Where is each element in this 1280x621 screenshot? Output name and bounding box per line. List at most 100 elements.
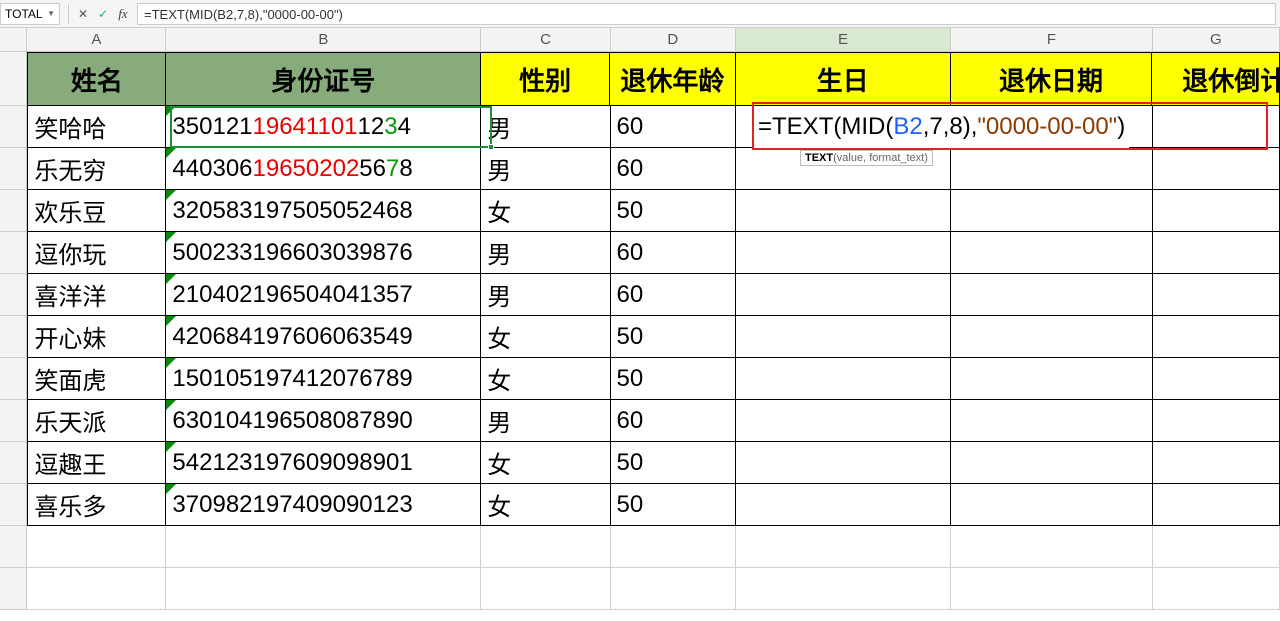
row-header[interactable] — [0, 442, 27, 484]
fill-handle[interactable] — [488, 144, 494, 150]
cell-gender[interactable]: 女 — [481, 316, 610, 358]
header-retire-age[interactable]: 退休年龄 — [610, 52, 735, 106]
cell-id[interactable]: 370982197409090123 — [166, 484, 481, 526]
cell-gender[interactable]: 男 — [481, 274, 610, 316]
select-all-corner[interactable] — [0, 28, 27, 52]
cell-age[interactable]: 60 — [611, 106, 736, 148]
col-header-G[interactable]: G — [1153, 28, 1280, 52]
cell-gender[interactable]: 女 — [481, 190, 610, 232]
empty-cell[interactable] — [1153, 568, 1280, 610]
cell-countdown[interactable] — [1153, 274, 1280, 316]
cell-gender[interactable]: 女 — [481, 484, 610, 526]
row-header[interactable] — [0, 400, 27, 442]
row-header[interactable] — [0, 568, 27, 610]
row-header[interactable] — [0, 484, 27, 526]
empty-cell[interactable] — [951, 568, 1153, 610]
cell-id[interactable]: 500233196603039876 — [166, 232, 481, 274]
cell-gender[interactable]: 男 — [481, 232, 610, 274]
empty-cell[interactable] — [736, 526, 951, 568]
row-header[interactable] — [0, 190, 27, 232]
cell-retire-date[interactable] — [951, 400, 1153, 442]
row-header[interactable] — [0, 148, 27, 190]
cell-birthday[interactable] — [736, 316, 951, 358]
empty-cell[interactable] — [951, 526, 1153, 568]
empty-cell[interactable] — [736, 568, 951, 610]
cell-retire-date[interactable] — [951, 442, 1153, 484]
cell-age[interactable]: 50 — [611, 316, 736, 358]
cell-name[interactable]: 乐无穷 — [27, 148, 166, 190]
cell-age[interactable]: 50 — [611, 190, 736, 232]
cell-id[interactable]: 630104196508087890 — [166, 400, 481, 442]
empty-cell[interactable] — [611, 526, 736, 568]
cell-retire-date[interactable] — [951, 274, 1153, 316]
cell-countdown[interactable] — [1153, 106, 1280, 148]
cell-birthday[interactable] — [736, 190, 951, 232]
cell-name[interactable]: 喜乐多 — [27, 484, 166, 526]
cell-birthday[interactable] — [736, 358, 951, 400]
cell-age[interactable]: 50 — [611, 484, 736, 526]
cell-id[interactable]: 420684197606063549 — [166, 316, 481, 358]
cell-name[interactable]: 逗你玩 — [27, 232, 166, 274]
header-gender[interactable]: 性别 — [481, 52, 610, 106]
cell-countdown[interactable] — [1153, 484, 1280, 526]
cell-age[interactable]: 50 — [611, 358, 736, 400]
col-header-D[interactable]: D — [611, 28, 736, 52]
chevron-down-icon[interactable]: ▼ — [47, 9, 55, 18]
header-id[interactable]: 身份证号 — [166, 52, 481, 106]
header-name[interactable]: 姓名 — [27, 52, 166, 106]
cell-age[interactable]: 50 — [611, 442, 736, 484]
cell-id[interactable]: 440306196502025678 — [166, 148, 481, 190]
cell-name[interactable]: 乐天派 — [27, 400, 166, 442]
cell-name[interactable]: 欢乐豆 — [27, 190, 166, 232]
cell-birthday[interactable] — [736, 484, 951, 526]
col-header-E[interactable]: E — [736, 28, 951, 52]
cell-name[interactable]: 开心妹 — [27, 316, 166, 358]
col-header-B[interactable]: B — [166, 28, 481, 52]
cell-retire-date[interactable] — [951, 316, 1153, 358]
cell-name[interactable]: 喜洋洋 — [27, 274, 166, 316]
formula-input[interactable]: =TEXT(MID(B2,7,8),"0000-00-00") — [137, 3, 1276, 25]
row-header[interactable] — [0, 106, 27, 148]
cell-id[interactable]: 210402196504041357 — [166, 274, 481, 316]
empty-cell[interactable] — [166, 526, 481, 568]
cell-age[interactable]: 60 — [611, 274, 736, 316]
cell-age[interactable]: 60 — [611, 148, 736, 190]
empty-cell[interactable] — [481, 526, 610, 568]
cell-countdown[interactable] — [1153, 400, 1280, 442]
cell-retire-date[interactable] — [951, 358, 1153, 400]
cell-gender[interactable]: 女 — [481, 442, 610, 484]
cell-countdown[interactable] — [1153, 442, 1280, 484]
cell-countdown[interactable] — [1153, 316, 1280, 358]
cell-editor[interactable]: =TEXT(MID(B2,7,8),"0000-00-00") — [754, 106, 1129, 148]
cell-retire-date[interactable] — [951, 484, 1153, 526]
empty-cell[interactable] — [27, 568, 166, 610]
cell-countdown[interactable] — [1153, 358, 1280, 400]
fx-icon[interactable]: fx — [113, 4, 133, 24]
header-countdown[interactable]: 退休倒计 — [1152, 52, 1280, 106]
cell-name[interactable]: 笑哈哈 — [27, 106, 166, 148]
empty-cell[interactable] — [611, 568, 736, 610]
cell-gender[interactable]: 男 — [481, 148, 610, 190]
cell-id[interactable]: 542123197609098901 — [166, 442, 481, 484]
empty-cell[interactable] — [1153, 526, 1280, 568]
cell-birthday[interactable] — [736, 232, 951, 274]
cell-gender[interactable]: 女 — [481, 358, 610, 400]
cell-birthday[interactable] — [736, 400, 951, 442]
cell-countdown[interactable] — [1153, 232, 1280, 274]
row-header[interactable] — [0, 274, 27, 316]
row-header[interactable] — [0, 52, 27, 106]
cancel-icon[interactable]: ✕ — [73, 4, 93, 24]
cell-retire-date[interactable] — [951, 148, 1153, 190]
empty-cell[interactable] — [481, 568, 610, 610]
cell-name[interactable]: 笑面虎 — [27, 358, 166, 400]
row-header[interactable] — [0, 526, 27, 568]
empty-cell[interactable] — [166, 568, 481, 610]
cell-retire-date[interactable] — [951, 190, 1153, 232]
col-header-C[interactable]: C — [481, 28, 610, 52]
cell-id[interactable]: 320583197505052468 — [166, 190, 481, 232]
cell-countdown[interactable] — [1153, 190, 1280, 232]
cell-gender[interactable]: 男 — [481, 400, 610, 442]
name-box[interactable]: TOTAL ▼ — [0, 3, 60, 25]
cell-gender[interactable]: 男 — [481, 106, 610, 148]
cell-birthday[interactable] — [736, 274, 951, 316]
